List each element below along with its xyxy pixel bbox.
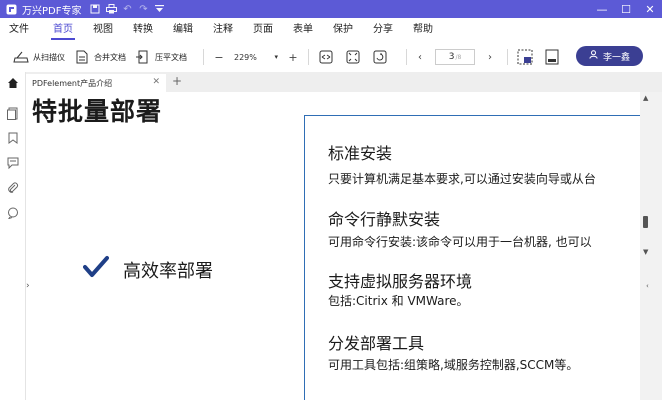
- thumbnails-icon[interactable]: [5, 105, 21, 121]
- toolbar-divider: [308, 49, 309, 65]
- title-bar: 万兴PDF专家 ↶ ↷ — ☐ ✕: [0, 0, 662, 18]
- menu-view[interactable]: 视图: [83, 18, 123, 42]
- toolbar-divider: [406, 49, 407, 65]
- flatten-document-button[interactable]: 压平文档: [134, 45, 187, 69]
- expand-panel-arrow-icon[interactable]: ›: [26, 281, 30, 291]
- page-number-input[interactable]: 3 /8: [435, 49, 475, 65]
- menu-file[interactable]: 文件: [0, 18, 43, 42]
- document-tab-bar: PDFelement产品介绍 ✕ +: [26, 72, 662, 92]
- menu-protect[interactable]: 保护: [323, 18, 363, 42]
- efficient-deployment-text: 高效率部署: [123, 261, 213, 282]
- toolbar: 从扫描仪 合并文档 压平文档 − 229% ▾ + ‹ 3 /8 ›: [0, 42, 662, 72]
- minimize-button[interactable]: —: [590, 0, 614, 18]
- item-title: 支持虚拟服务器环境: [328, 272, 473, 291]
- menu-home[interactable]: 首页: [43, 18, 83, 42]
- scroll-down-arrow-icon[interactable]: ▼: [643, 248, 648, 256]
- previous-page-button[interactable]: ‹: [415, 52, 425, 63]
- zoom-in-button[interactable]: +: [286, 51, 300, 64]
- item-title: 分发部署工具: [328, 334, 425, 353]
- fit-width-icon[interactable]: [317, 48, 335, 66]
- attachment-icon[interactable]: [5, 180, 21, 196]
- menu-bar: 文件 首页 视图 转换 编辑 注释 页面 表单 保护 分享 帮助: [0, 18, 662, 42]
- document-tab[interactable]: PDFelement产品介绍 ✕: [26, 74, 166, 92]
- flatten-icon: [134, 48, 152, 66]
- user-name: 李一鑫: [602, 52, 630, 63]
- checkmark-icon: [83, 255, 109, 283]
- add-tab-button[interactable]: +: [172, 74, 182, 88]
- item-description: 可用命令行安装:该命令可以用于一台机器, 也可以: [328, 235, 592, 249]
- toolbar-divider: [203, 49, 204, 65]
- menu-form[interactable]: 表单: [283, 18, 323, 42]
- chevron-down-icon: ▾: [274, 53, 278, 61]
- close-button[interactable]: ✕: [638, 0, 662, 18]
- merge-icon: [73, 48, 91, 66]
- menu-edit[interactable]: 编辑: [163, 18, 203, 42]
- item-title: 标准安装: [328, 144, 393, 163]
- document-tab-title: PDFelement产品介绍: [32, 78, 113, 88]
- rotate-page-icon[interactable]: [371, 48, 389, 66]
- fit-page-icon[interactable]: [344, 48, 362, 66]
- next-page-button[interactable]: ›: [485, 52, 495, 63]
- quick-access-dropdown-icon[interactable]: [151, 0, 167, 18]
- scroll-up-arrow-icon[interactable]: ▲: [643, 94, 648, 102]
- item-title: 命令行静默安装: [328, 210, 441, 229]
- item-description: 可用工具包括:组策略,域服务控制器,SCCM等。: [328, 358, 579, 372]
- close-tab-icon[interactable]: ✕: [152, 77, 160, 87]
- scrollbar-thumb[interactable]: [643, 216, 648, 228]
- merge-documents-button[interactable]: 合并文档: [73, 45, 126, 69]
- user-account-button[interactable]: 李一鑫: [576, 46, 643, 66]
- page-heading: 特批量部署: [32, 97, 163, 126]
- home-icon[interactable]: [5, 75, 21, 91]
- zoom-select[interactable]: 229% ▾: [234, 53, 278, 62]
- left-sidebar: [0, 72, 26, 400]
- screenshot-icon[interactable]: [516, 48, 534, 66]
- menu-help[interactable]: 帮助: [403, 18, 443, 42]
- menu-page[interactable]: 页面: [243, 18, 283, 42]
- current-page: 3: [448, 52, 455, 62]
- vertical-scrollbar[interactable]: [640, 92, 662, 400]
- scanner-icon: [12, 48, 30, 66]
- user-icon: [589, 50, 598, 62]
- zoom-out-button[interactable]: −: [212, 51, 226, 64]
- redo-icon[interactable]: ↷: [135, 0, 151, 18]
- flatten-document-label: 压平文档: [155, 52, 187, 62]
- search-comment-icon[interactable]: [5, 205, 21, 221]
- from-scanner-button[interactable]: 从扫描仪: [12, 45, 65, 69]
- menu-share[interactable]: 分享: [363, 18, 403, 42]
- read-mode-icon[interactable]: [543, 48, 561, 66]
- toolbar-divider: [507, 49, 508, 65]
- item-description: 包括:Citrix 和 VMWare。: [328, 294, 469, 308]
- undo-icon[interactable]: ↶: [119, 0, 135, 18]
- total-pages: /8: [455, 53, 462, 61]
- zoom-value: 229%: [234, 52, 257, 62]
- print-icon[interactable]: [103, 0, 119, 18]
- app-logo-icon: [4, 2, 18, 16]
- collapse-panel-arrow-icon[interactable]: ‹: [646, 282, 649, 290]
- comments-icon[interactable]: [5, 155, 21, 171]
- save-icon[interactable]: [87, 0, 103, 18]
- bookmark-icon[interactable]: [5, 130, 21, 146]
- maximize-button[interactable]: ☐: [614, 0, 638, 18]
- merge-documents-label: 合并文档: [94, 52, 126, 62]
- menu-comment[interactable]: 注释: [203, 18, 243, 42]
- from-scanner-label: 从扫描仪: [33, 52, 65, 62]
- menu-convert[interactable]: 转换: [123, 18, 163, 42]
- app-title: 万兴PDF专家: [22, 5, 82, 17]
- item-description: 只要计算机满足基本要求,可以通过安装向导或从台: [328, 172, 596, 186]
